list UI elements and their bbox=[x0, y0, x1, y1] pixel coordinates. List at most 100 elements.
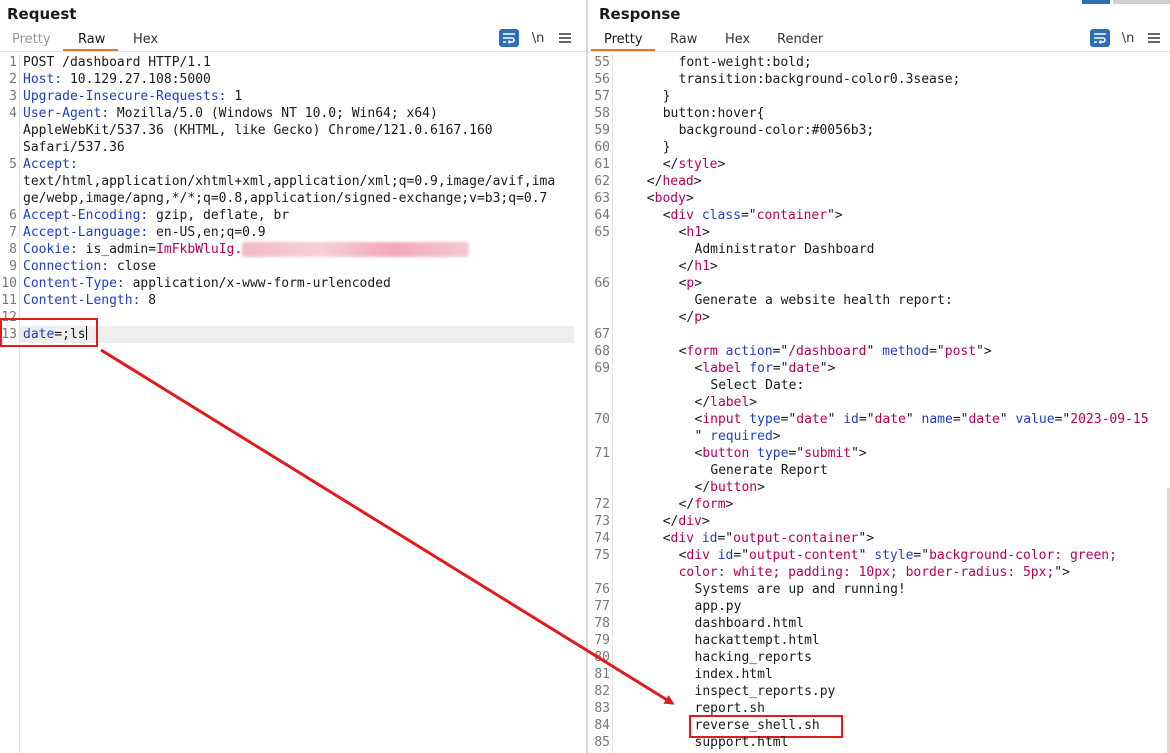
code-token: id bbox=[843, 412, 859, 427]
code-token: h1 bbox=[694, 259, 710, 274]
wrap-icon[interactable] bbox=[1090, 29, 1110, 47]
code-token: > bbox=[702, 310, 710, 325]
menu-icon[interactable] bbox=[1146, 29, 1162, 47]
code-token: h1 bbox=[686, 225, 703, 240]
code-token: </ bbox=[662, 157, 679, 172]
code-line: </style> bbox=[663, 156, 726, 173]
code-line: } bbox=[663, 88, 671, 105]
code-token: 2023-09-15 bbox=[1070, 412, 1149, 427]
code-token: label bbox=[710, 395, 750, 410]
code-token: "> bbox=[851, 446, 867, 461]
menu-icon[interactable] bbox=[557, 29, 573, 47]
code-line: <input type="date" id="date" name="date"… bbox=[695, 411, 1149, 428]
code-token: div bbox=[670, 531, 694, 546]
code-token: dashboard.html bbox=[694, 616, 805, 631]
code-token: background-color:#0056b3; bbox=[678, 123, 875, 138]
code-token: "> bbox=[1054, 565, 1070, 580]
newline-toggle-icon[interactable]: \n bbox=[530, 29, 546, 47]
code-token: 8 bbox=[140, 293, 157, 308]
code-token: en-US,en;q=0.9 bbox=[148, 225, 266, 240]
code-line: </button> bbox=[695, 479, 765, 496]
line-number: 78 bbox=[594, 616, 610, 631]
code-token: =" bbox=[772, 344, 789, 359]
code-token: > bbox=[693, 174, 702, 189]
code-line: Systems are up and running! bbox=[695, 581, 906, 598]
code-token: action bbox=[725, 344, 773, 359]
code-line: </head> bbox=[647, 173, 702, 190]
code-token: transition:background-color0.3sease; bbox=[678, 72, 961, 87]
line-number: 82 bbox=[594, 684, 610, 699]
code-token: User-Agent: bbox=[23, 106, 110, 121]
code-token: < bbox=[662, 208, 671, 223]
response-title: Response bbox=[599, 5, 681, 23]
code-token: is_admin= bbox=[77, 242, 157, 257]
code-line: support.html bbox=[695, 734, 789, 751]
code-token: type bbox=[757, 446, 789, 461]
code-token: required bbox=[710, 429, 773, 444]
tab-render[interactable]: Render bbox=[777, 32, 823, 47]
code-line: text/html,application/xhtml+xml,applicat… bbox=[23, 173, 555, 190]
code-token: form bbox=[694, 497, 726, 512]
code-token: output-content bbox=[749, 548, 859, 563]
code-token: text/html,application/xhtml+xml,applicat… bbox=[23, 174, 556, 189]
tab-hex[interactable]: Hex bbox=[133, 32, 158, 47]
tab-raw[interactable]: Raw bbox=[78, 32, 105, 47]
line-number: 55 bbox=[594, 55, 610, 70]
code-line: </div> bbox=[663, 513, 710, 530]
tab-pretty[interactable]: Pretty bbox=[604, 32, 643, 47]
request-editor[interactable]: 1 POST /dashboard HTTP/1.1 2 Host: 10.129.2… bbox=[0, 54, 586, 753]
line-number: 64 bbox=[594, 208, 610, 223]
tab-raw[interactable]: Raw bbox=[670, 32, 697, 47]
newline-toggle-icon[interactable]: \n bbox=[1120, 29, 1136, 47]
code-token: < bbox=[646, 191, 655, 206]
code-token: button bbox=[710, 480, 758, 495]
code-token: Safari/537.36 bbox=[23, 140, 125, 155]
top-toolbar-edge bbox=[1082, 0, 1170, 4]
tab-hex[interactable]: Hex bbox=[725, 32, 750, 47]
code-line: hacking_reports bbox=[695, 649, 812, 666]
code-line: </h1> bbox=[679, 258, 718, 275]
code-token: " bbox=[999, 412, 1016, 427]
code-token: </ bbox=[678, 497, 695, 512]
line-number: 67 bbox=[594, 327, 610, 342]
code-token: submit bbox=[804, 446, 852, 461]
line-number: 74 bbox=[594, 531, 610, 546]
line-number: 76 bbox=[594, 582, 610, 597]
current-line-highlight bbox=[20, 326, 574, 343]
line-number: 72 bbox=[594, 497, 610, 512]
code-line: ge/webp,image/apng,*/*;q=0.8,application… bbox=[23, 190, 547, 207]
code-token: " bbox=[827, 412, 844, 427]
code-token: > bbox=[757, 480, 765, 495]
code-token: =" bbox=[740, 208, 757, 223]
code-token: support.html bbox=[694, 735, 789, 750]
code-token: > bbox=[685, 191, 694, 206]
wrap-icon[interactable] bbox=[499, 29, 519, 47]
active-tab-indicator bbox=[63, 49, 118, 51]
request-title: Request bbox=[7, 5, 77, 23]
code-line: <div id="output-container"> bbox=[663, 530, 874, 547]
line-number: 75 bbox=[594, 548, 610, 563]
code-token: class bbox=[701, 208, 741, 223]
code-token: " bbox=[866, 344, 883, 359]
code-token: > bbox=[749, 395, 758, 410]
code-token: method bbox=[882, 344, 930, 359]
code-token: =" bbox=[929, 344, 945, 359]
code-token: > bbox=[772, 429, 781, 444]
code-line: Content-Length: 8 bbox=[23, 292, 156, 309]
code-line: index.html bbox=[695, 666, 773, 683]
code-line: background-color:#0056b3; bbox=[679, 122, 875, 139]
line-number: 1 bbox=[9, 55, 17, 70]
code-line: Content-Type: application/x-www-form-url… bbox=[23, 275, 391, 292]
code-line: Generate Report bbox=[710, 462, 827, 479]
code-token: < bbox=[662, 531, 671, 546]
code-line: transition:background-color0.3sease; bbox=[679, 71, 961, 88]
code-token: value bbox=[1015, 412, 1055, 427]
code-line: Cookie: is_admin=ImFkbWluIg.dmUCN_ZNEbKE… bbox=[23, 241, 470, 258]
active-tab-indicator bbox=[591, 49, 655, 51]
request-pane: Request Pretty Raw Hex \n 1 POST /dashboa… bbox=[0, 0, 586, 753]
response-editor[interactable]: 55 font-weight:bold; 56 transition:backgrou… bbox=[588, 54, 1170, 753]
tab-pretty[interactable]: Pretty bbox=[12, 32, 51, 47]
code-token: </ bbox=[678, 259, 695, 274]
